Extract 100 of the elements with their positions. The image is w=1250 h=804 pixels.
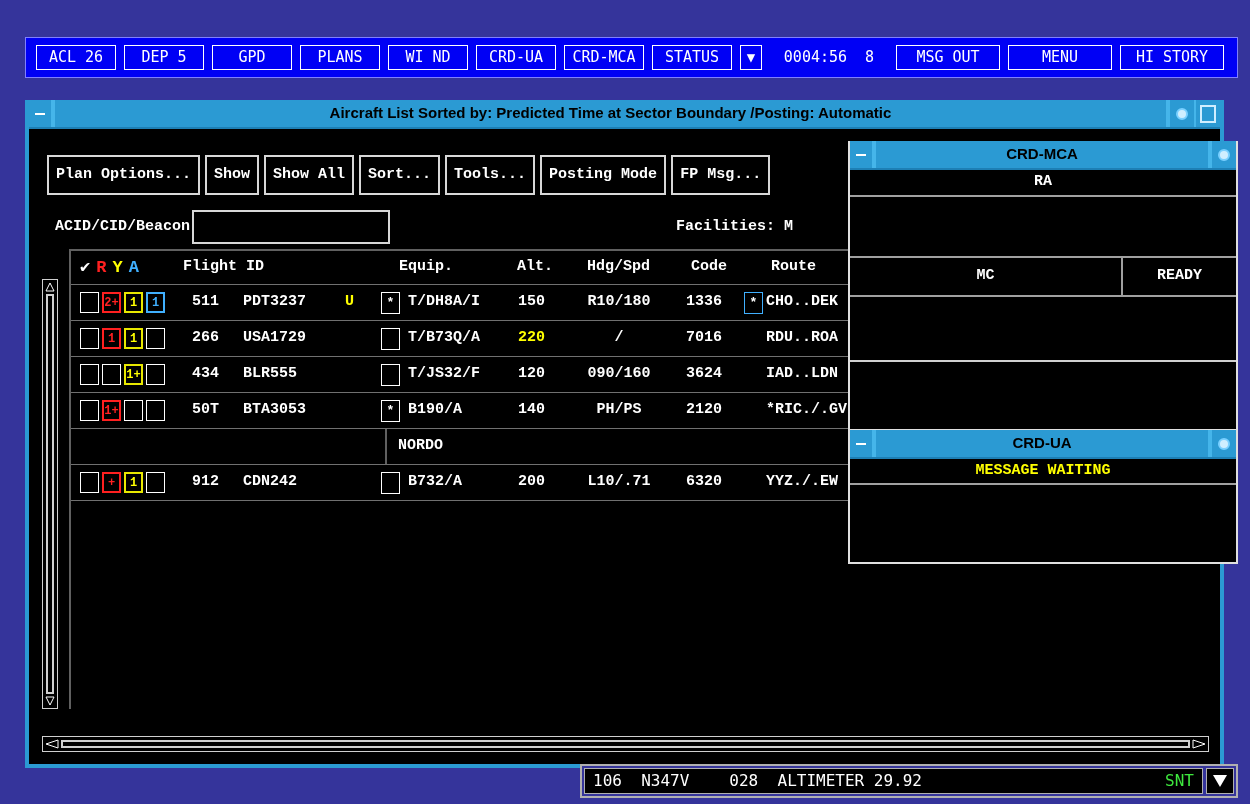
indicator-box: 1	[124, 292, 143, 313]
heading-speed-cell-text: 090/160	[586, 364, 652, 385]
indicator-box: 1	[124, 328, 143, 349]
flight-id-cell-text: PDT3237	[243, 292, 307, 313]
altitude-cell-text: 220	[518, 328, 546, 349]
empty-box	[124, 400, 143, 421]
flight-id-cell-text: CDN242	[243, 472, 298, 493]
column-header[interactable]: Equip.	[399, 256, 517, 279]
route-cell-text: RDU..ROA	[766, 328, 838, 349]
clock-readout: 0004:56 8	[782, 47, 876, 69]
remarks-box[interactable]: *	[381, 399, 400, 422]
indicator-box: 1	[146, 292, 165, 313]
indicator-box: 1+	[124, 364, 143, 385]
code-cell-text: 3624	[686, 364, 723, 385]
column-header[interactable]: Alt.	[517, 256, 587, 279]
route-cell-text: IAD..LDN	[766, 364, 838, 385]
flight-id-cell-text: BTA3053	[243, 400, 307, 421]
toolbar-button[interactable]: FP Msg...	[671, 155, 771, 195]
toolbar-button[interactable]: ACL 26	[36, 45, 116, 70]
toolbar-button[interactable]: Show	[205, 155, 260, 195]
toolbar-button[interactable]: CRD-MCA	[564, 45, 644, 70]
vertical-scrollbar[interactable]	[42, 279, 58, 709]
indicator-box: 1+	[102, 400, 121, 421]
route-cell-text: YYZ./.EW	[766, 472, 838, 493]
toolbar-button[interactable]: Tools...	[445, 155, 536, 195]
column-header[interactable]: Code	[691, 256, 771, 279]
toolbar-button[interactable]: Plan Options...	[47, 155, 201, 195]
message-waiting-text: MESSAGE WAITING	[975, 460, 1111, 481]
search-label: ACID/CID/Beacon	[55, 216, 191, 237]
row-remark: NORDO	[397, 436, 443, 457]
equipment-cell-text: T/DH8A/I	[408, 292, 481, 313]
mode-label: MC	[976, 266, 995, 287]
remarks-box[interactable]	[381, 327, 400, 350]
toolbar-button[interactable]: DEP 5	[124, 45, 204, 70]
toolbar-button[interactable]: Posting Mode	[540, 155, 667, 195]
empty-box	[146, 328, 165, 349]
equipment-cell-text: T/JS32/F	[408, 364, 481, 385]
facilities-label: Facilities: M	[676, 216, 794, 237]
remarks-box[interactable]	[381, 363, 400, 386]
section-heading: RA	[1034, 172, 1052, 193]
cid-cell-text: 266	[192, 328, 220, 349]
cid-cell-text: 511	[192, 292, 220, 313]
status-text: READY	[1157, 266, 1202, 287]
flight-id-cell-text: USA1729	[243, 328, 307, 349]
minimize-icon	[856, 442, 866, 445]
indicator-box: +	[102, 472, 121, 493]
heading-speed-cell-text: /	[613, 328, 625, 349]
search-field[interactable]	[192, 210, 391, 244]
checkbox[interactable]	[80, 364, 99, 385]
toolbar-button[interactable]: WI ND	[388, 45, 468, 70]
window-title: CRD-UA	[1011, 433, 1073, 454]
code-cell-text: 2120	[686, 400, 723, 421]
toolbar-button[interactable]: PLANS	[300, 45, 380, 70]
altitude-cell-text: 200	[518, 472, 546, 493]
scroll-up-icon	[45, 282, 55, 292]
column-header[interactable]: Route	[771, 256, 816, 279]
indicator-box: 2+	[102, 292, 121, 313]
checkbox[interactable]	[80, 328, 99, 349]
dropdown-button[interactable]: ▼	[740, 45, 762, 70]
code-cell-text: 7016	[686, 328, 723, 349]
empty-box	[146, 400, 165, 421]
flight-id-cell-text: BLR555	[243, 364, 298, 385]
code-cell-text: 1336	[686, 292, 723, 313]
window-title: Aircraft List Sorted by: Predicted Time at Sector Boundary /Posting: Automatic	[328, 103, 893, 124]
indicator-heading: ✔	[80, 256, 91, 279]
column-header[interactable]: Flight ID	[183, 256, 399, 279]
route-marker-box[interactable]: *	[744, 291, 763, 314]
toolbar-button[interactable]: MENU	[1008, 45, 1112, 70]
toolbar-button[interactable]: CRD-UA	[476, 45, 556, 70]
heading-speed-cell-text: L10/.71	[586, 472, 652, 493]
heading-speed-cell-text: R10/180	[586, 292, 652, 313]
remarks-box[interactable]	[381, 471, 400, 494]
toolbar-button[interactable]: STATUS	[652, 45, 732, 70]
minimize-icon	[35, 112, 45, 115]
altitude-cell-text: 120	[518, 364, 546, 385]
checkbox[interactable]	[80, 472, 99, 493]
column-header[interactable]: Hdg/Spd	[587, 256, 691, 279]
equipment-cell-text: T/B73Q/A	[408, 328, 481, 349]
minimize-icon	[856, 153, 866, 156]
checkbox[interactable]	[80, 400, 99, 421]
indicator-box: 1	[124, 472, 143, 493]
toolbar-button[interactable]: GPD	[212, 45, 292, 70]
indicator-heading: A	[128, 256, 139, 279]
altitude-cell-text: 150	[518, 292, 546, 313]
scroll-right-icon	[1192, 739, 1206, 749]
flag-text: U	[345, 293, 354, 311]
equipment-cell-text: B732/A	[408, 472, 463, 493]
status-dropdown-icon[interactable]	[1206, 768, 1234, 794]
toolbar-button[interactable]: MSG OUT	[896, 45, 1000, 70]
route-cell-text: CHO..DEK	[766, 292, 838, 313]
toolbar-button[interactable]: Show All	[264, 155, 355, 195]
checkbox[interactable]	[80, 292, 99, 313]
horizontal-scrollbar[interactable]	[42, 736, 1209, 752]
toolbar-button[interactable]: Sort...	[359, 155, 441, 195]
empty-box	[102, 364, 121, 385]
equipment-cell-text: B190/A	[408, 400, 463, 421]
scroll-left-icon	[45, 739, 59, 749]
remarks-box[interactable]: *	[381, 291, 400, 314]
cid-cell-text: 50T	[192, 400, 220, 421]
toolbar-button[interactable]: HI STORY	[1120, 45, 1224, 70]
